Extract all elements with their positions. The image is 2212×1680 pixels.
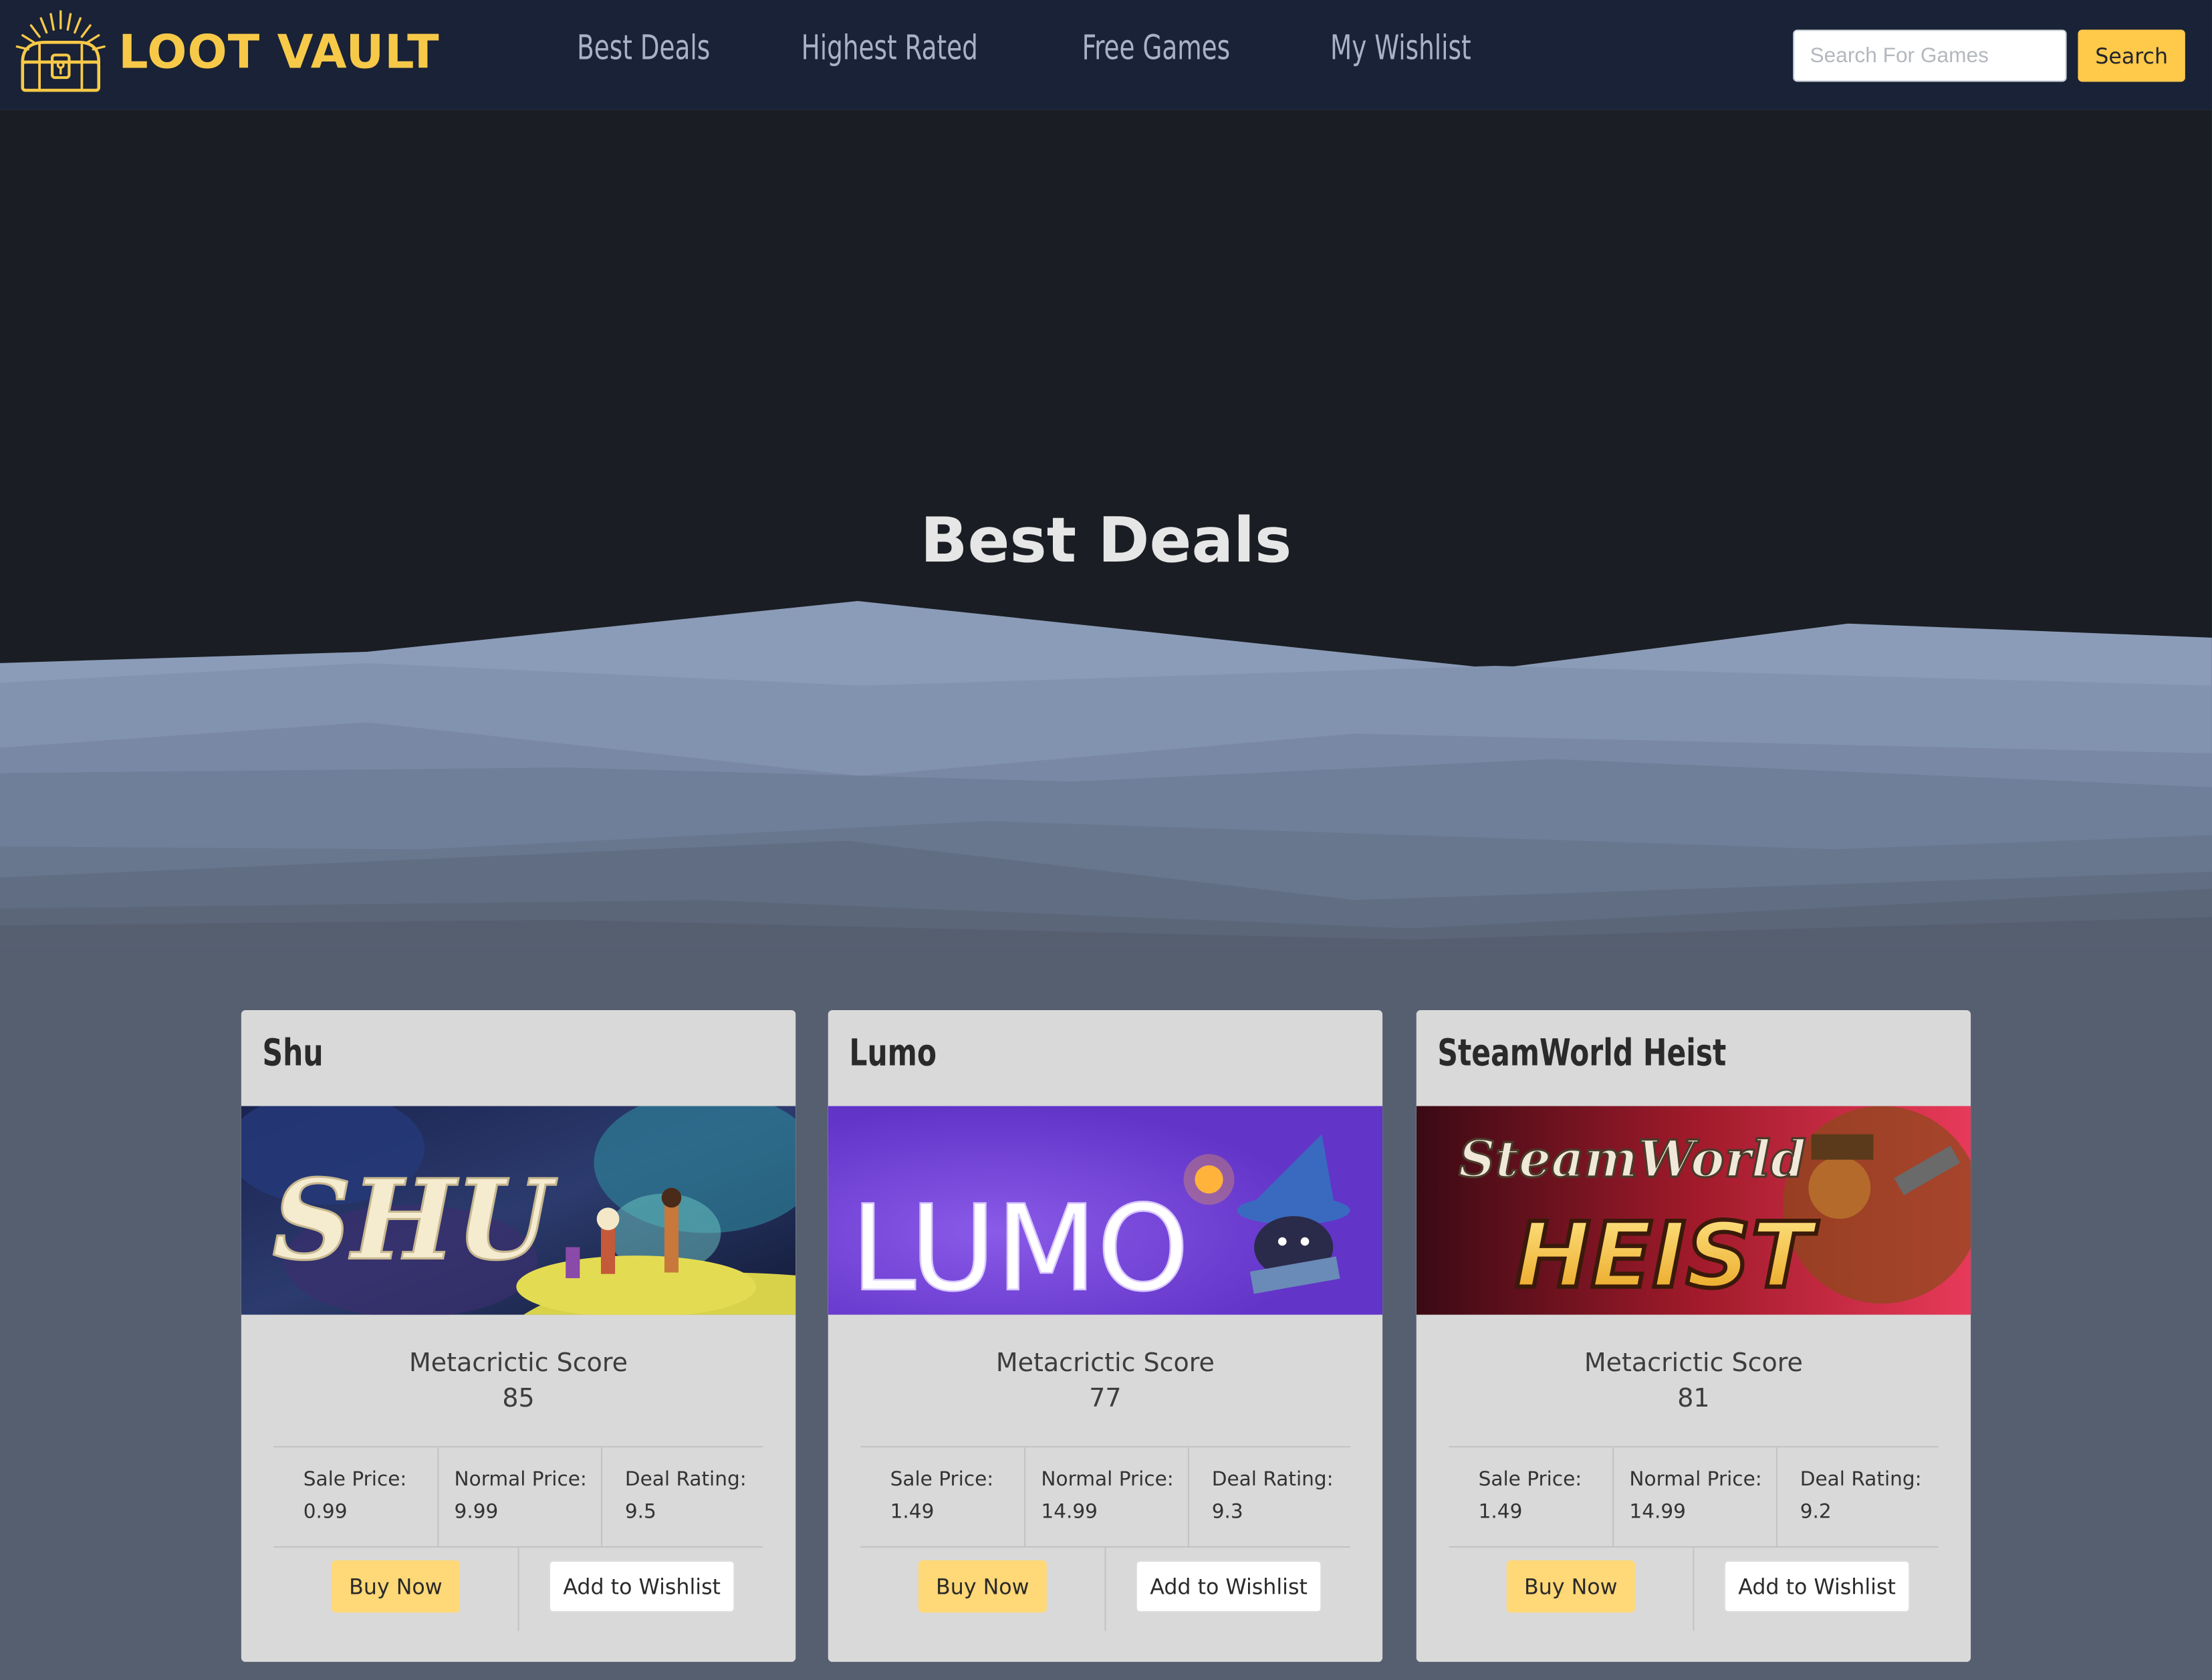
metacritic-score-value: 77 — [1089, 1384, 1122, 1414]
sale-price-label: Sale Price: — [890, 1468, 994, 1491]
normal-price-label: Normal Price: — [1041, 1468, 1174, 1491]
deal-rating-value: 9.3 — [1211, 1501, 1243, 1524]
treasure-chest-icon — [15, 10, 106, 92]
game-card: Lumo LUMO Metacrictic Score 77 Sale Pric… — [828, 1009, 1383, 1662]
sale-price-value: 0.99 — [303, 1501, 348, 1524]
deal-rating-label: Deal Rating: — [624, 1468, 747, 1491]
game-thumbnail[interactable]: SteamWorld HEIST — [1416, 1106, 1971, 1315]
button-divider — [1104, 1546, 1106, 1631]
price-row: Sale Price: 1.49 Normal Price: 14.99 Dea… — [860, 1446, 1350, 1548]
buy-now-button[interactable]: Buy Now — [918, 1560, 1047, 1613]
metacritic-score-label: Metacrictic Score — [1584, 1348, 1803, 1378]
metacritic-score-value: 81 — [1677, 1384, 1710, 1414]
button-divider — [1693, 1546, 1695, 1631]
add-to-wishlist-button[interactable]: Add to Wishlist — [548, 1560, 735, 1613]
sale-price-value: 1.49 — [890, 1501, 935, 1524]
game-card: SteamWorld Heist SteamWorld HEIST Metacr… — [1416, 1009, 1971, 1662]
deal-rating-value: 9.2 — [1800, 1501, 1832, 1524]
sale-price-cell: Sale Price: 1.49 — [1449, 1447, 1612, 1546]
sale-price-value: 1.49 — [1478, 1501, 1523, 1524]
normal-price-value: 14.99 — [1629, 1501, 1687, 1524]
shu-logo-text: SHU — [272, 1155, 557, 1284]
sale-price-label: Sale Price: — [303, 1468, 407, 1491]
game-thumbnail[interactable]: LUMO — [828, 1106, 1383, 1315]
deal-rating-cell: Deal Rating: 9.5 — [600, 1447, 765, 1546]
metacritic-score-label: Metacrictic Score — [995, 1348, 1215, 1378]
card-title: Lumo — [849, 1032, 937, 1076]
steamworld-logo-text: SteamWorld — [1459, 1129, 1806, 1189]
sale-price-cell: Sale Price: 0.99 — [273, 1447, 437, 1546]
game-card: Shu SHU Metacrictic Score 85 Sale Price:… — [241, 1009, 796, 1662]
card-title: Shu — [262, 1032, 324, 1076]
nav-links: Best Deals Highest Rated Free Games My W… — [577, 28, 1598, 68]
normal-price-label: Normal Price: — [1629, 1468, 1762, 1491]
search-input[interactable] — [1793, 29, 2067, 82]
card-header: Lumo — [828, 1010, 1382, 1106]
search-button[interactable]: Search — [2078, 29, 2185, 82]
card-header: Shu — [241, 1010, 795, 1106]
button-divider — [517, 1546, 519, 1631]
lumo-logo-text: LUMO — [851, 1179, 1189, 1315]
game-thumbnail[interactable]: SHU — [241, 1106, 796, 1315]
metacritic-score-value: 85 — [502, 1384, 535, 1414]
nav-free-games[interactable]: Free Games — [1082, 28, 1229, 68]
page: LOOT VAULT Best Deals Highest Rated Free… — [0, 0, 2212, 1680]
normal-price-label: Normal Price: — [454, 1468, 587, 1491]
nav-best-deals[interactable]: Best Deals — [577, 28, 710, 68]
hero-banner: Best Deals — [0, 110, 2212, 945]
price-row: Sale Price: 1.49 Normal Price: 14.99 Dea… — [1449, 1446, 1940, 1548]
nav-highest-rated[interactable]: Highest Rated — [802, 28, 978, 68]
add-to-wishlist-button[interactable]: Add to Wishlist — [1723, 1560, 1911, 1613]
sale-price-cell: Sale Price: 1.49 — [860, 1447, 1024, 1546]
heist-logo-text: HEIST — [1515, 1203, 1819, 1308]
buy-now-button[interactable]: Buy Now — [331, 1560, 460, 1613]
normal-price-value: 14.99 — [1041, 1501, 1098, 1524]
brand-name: LOOT VAULT — [118, 23, 440, 79]
price-row: Sale Price: 0.99 Normal Price: 9.99 Deal… — [273, 1446, 763, 1548]
deal-rating-cell: Deal Rating: 9.3 — [1187, 1447, 1352, 1546]
card-header: SteamWorld Heist — [1417, 1010, 1971, 1106]
normal-price-value: 9.99 — [454, 1501, 499, 1524]
normal-price-cell: Normal Price: 14.99 — [1612, 1447, 1777, 1546]
buy-now-button[interactable]: Buy Now — [1506, 1560, 1635, 1613]
page-title: Best Deals — [920, 505, 1292, 578]
brand-link[interactable]: LOOT VAULT — [9, 9, 440, 94]
navbar: LOOT VAULT Best Deals Highest Rated Free… — [0, 0, 2212, 110]
deal-rating-label: Deal Rating: — [1211, 1468, 1334, 1491]
sale-price-label: Sale Price: — [1478, 1468, 1582, 1491]
deal-rating-value: 9.5 — [624, 1501, 656, 1524]
deal-rating-cell: Deal Rating: 9.2 — [1775, 1447, 1940, 1546]
add-to-wishlist-button[interactable]: Add to Wishlist — [1135, 1560, 1322, 1613]
normal-price-cell: Normal Price: 14.99 — [1024, 1447, 1189, 1546]
card-title: SteamWorld Heist — [1437, 1032, 1727, 1076]
metacritic-score-label: Metacrictic Score — [408, 1348, 628, 1378]
deal-rating-label: Deal Rating: — [1800, 1468, 1922, 1491]
nav-my-wishlist[interactable]: My Wishlist — [1330, 28, 1471, 68]
normal-price-cell: Normal Price: 9.99 — [437, 1447, 602, 1546]
